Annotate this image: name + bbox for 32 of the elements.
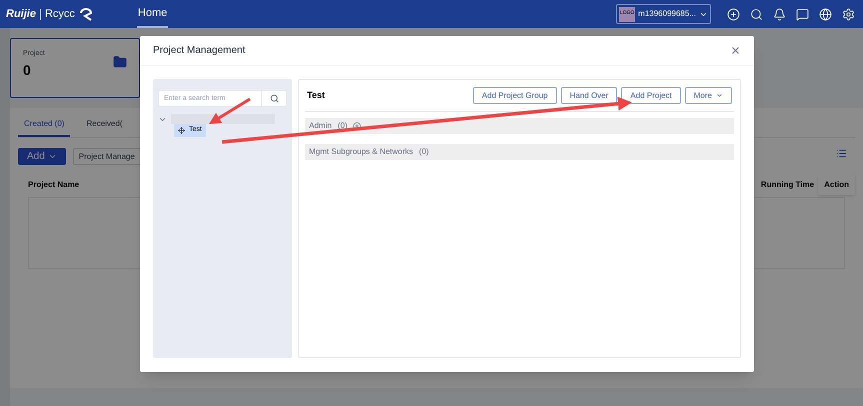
column-header: Action [818, 175, 855, 195]
message-icon[interactable] [796, 8, 809, 20]
bell-icon[interactable] [773, 8, 786, 20]
add-circle-icon[interactable] [353, 122, 362, 130]
caret-icon [48, 152, 57, 161]
folder-icon [113, 55, 127, 69]
action-button[interactable]: Add Project Group [472, 87, 557, 104]
logo-icon [78, 7, 93, 21]
list-tab[interactable]: Received( [80, 118, 128, 137]
dialog-title: Project Management [153, 44, 246, 58]
node-icon [178, 127, 185, 134]
list-tab[interactable]: Created (0) [18, 118, 70, 137]
caret-icon [716, 92, 723, 99]
search-button[interactable] [262, 90, 287, 107]
panel-title: Test [307, 88, 325, 102]
settings-icon[interactable] [842, 8, 855, 20]
group-row[interactable]: Mgmt Subgroups & Networks (0) [305, 144, 734, 160]
globe-icon[interactable] [819, 8, 832, 20]
list-view-icon[interactable] [836, 148, 847, 159]
column-header: Project Name [28, 179, 80, 191]
close-icon[interactable] [730, 45, 741, 56]
search-icon [270, 94, 278, 103]
brand-name: Rcycc [40, 8, 75, 20]
more-button[interactable]: More [684, 87, 732, 104]
brand-logo: Ruijie [6, 6, 36, 22]
action-button[interactable]: Add Project [621, 87, 681, 104]
add-button[interactable]: Add [18, 148, 66, 165]
card-count: 0 [23, 60, 32, 80]
search-icon[interactable] [750, 8, 763, 20]
nav-tab[interactable]: Home [136, 0, 168, 28]
column-header: Running Time [760, 179, 814, 191]
action-button[interactable]: Hand Over [560, 87, 618, 104]
